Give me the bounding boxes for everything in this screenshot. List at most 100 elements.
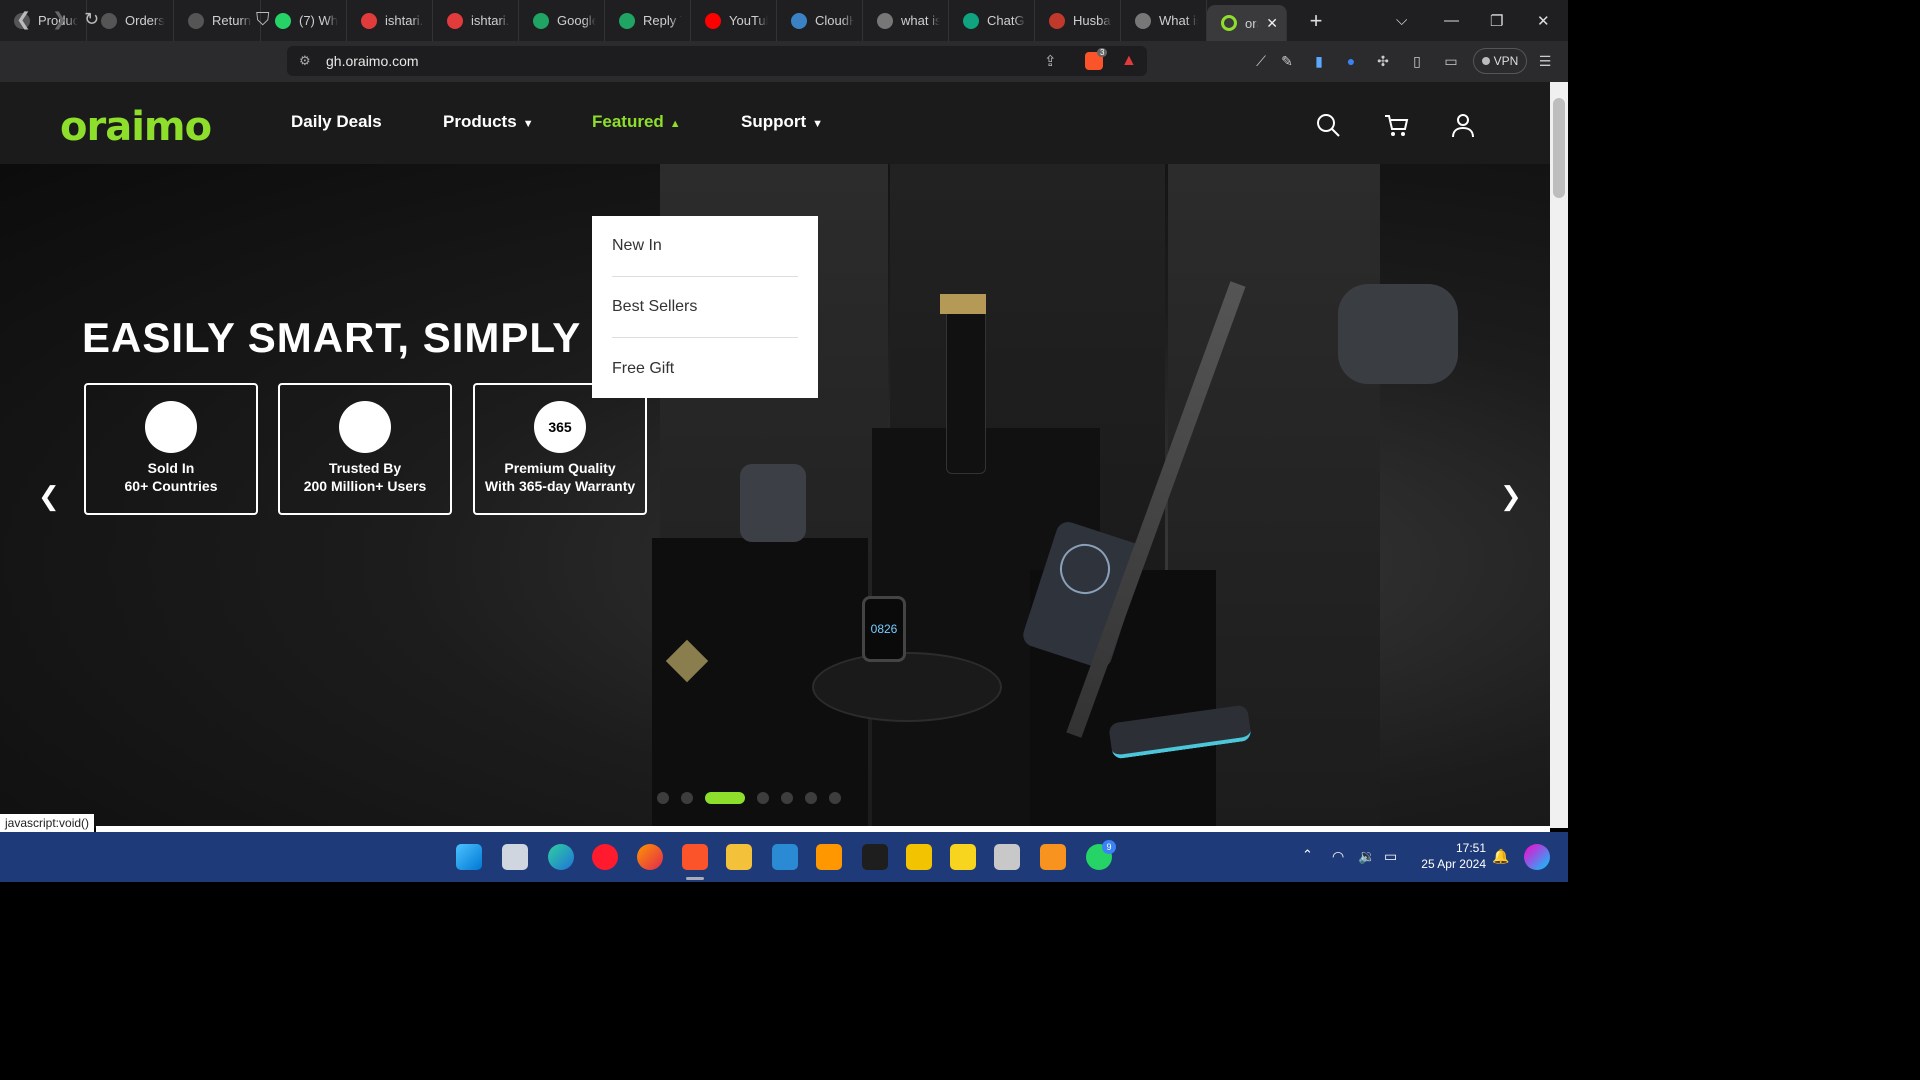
task-view-icon[interactable] [502,844,528,870]
sticky-notes-icon[interactable] [950,844,976,870]
product-pedestal-round [812,652,1002,722]
browser-tab[interactable]: Google [519,0,605,41]
badge-text: 60+ Countries [124,478,218,494]
extension-icon[interactable]: ⟋ [1252,52,1270,70]
windows-taskbar: 9 ⌃ ◠ 🔉 ▭ 17:51 25 Apr 2024 🔔 [0,832,1568,882]
nav-support[interactable]: Support ▼ [741,112,823,132]
tab-title: (7) Wha [299,13,338,28]
snipping-tool-icon[interactable] [994,844,1020,870]
search-icon[interactable] [1315,112,1341,138]
wallet-icon[interactable]: ▭ [1442,52,1460,70]
browser-tab[interactable]: Product [0,0,87,41]
account-icon[interactable] [1450,112,1476,138]
figma-icon[interactable] [862,844,888,870]
windows-start-icon[interactable] [456,844,482,870]
opera-icon[interactable] [592,844,618,870]
tab-list-chevron-icon[interactable]: ⌵ [1396,0,1407,41]
browser-tab[interactable]: ChatGP [949,0,1035,41]
new-tab-button[interactable]: + [1301,8,1331,34]
oraimo-logo[interactable]: oraimo [60,104,212,150]
nav-products[interactable]: Products ▼ [443,112,534,132]
carousel-dot[interactable] [657,792,669,804]
carousel-dot[interactable] [829,792,841,804]
close-tab-icon[interactable]: ✕ [1266,15,1278,32]
browser-tab[interactable]: Orders [87,0,174,41]
back-icon[interactable]: ❮ [16,9,31,30]
nav-featured[interactable]: Featured ▲ [592,112,681,132]
forward-icon[interactable]: ❯ [52,9,67,30]
tab-title: Google [557,13,596,28]
vpn-button[interactable]: VPN [1473,48,1527,74]
tab-favicon-icon [275,12,291,29]
featured-menu-item[interactable]: Free Gift [612,338,798,399]
copilot-icon[interactable] [1524,844,1550,870]
brave-rewards-icon[interactable]: ▲ [1121,52,1137,70]
tab-title: ishtari.c [471,13,510,28]
featured-menu-item[interactable]: Best Sellers [612,277,798,338]
browser-tab[interactable]: ishtari.c [347,0,433,41]
notification-bell-icon[interactable]: 🔔 [1492,848,1509,865]
restore-button[interactable]: ❐ [1490,0,1503,41]
file-explorer-icon[interactable] [726,844,752,870]
page-scrollbar[interactable] [1550,82,1568,828]
firefox-icon[interactable] [637,844,663,870]
browser-tab[interactable]: Husbar [1035,0,1121,41]
tab-favicon-icon [447,12,463,29]
extensions-puzzle-icon[interactable]: ✣ [1374,52,1392,70]
browser-tab-active[interactable]: ora ✕ [1207,5,1287,41]
vpn-status-icon [1481,57,1490,65]
battery-icon[interactable]: ▭ [1384,848,1397,865]
carousel-dot[interactable] [781,792,793,804]
scrollbar-thumb[interactable] [1553,98,1565,198]
docs-extension-icon[interactable]: ▮ [1310,52,1328,70]
browser-tab[interactable]: YouTub [691,0,777,41]
translate-extension-icon[interactable]: ● [1342,52,1360,70]
pdf-app-icon[interactable] [1040,844,1066,870]
wifi-icon[interactable]: ◠ [1332,848,1344,865]
chevron-up-icon: ▲ [669,118,681,130]
link-status-url: javascript:void() [0,814,95,832]
reload-icon[interactable]: ↻ [84,9,99,30]
volume-icon[interactable]: 🔉 [1358,848,1375,865]
browser-tab[interactable]: Reply T [605,0,691,41]
featured-menu-item[interactable]: New In [612,216,798,277]
address-bar[interactable]: ⚙ gh.oraimo.com ⇪ 3 ▲ [287,46,1147,76]
hero-feature-badge: Sold In 60+ Countries [84,383,258,515]
hero-feature-badge: Trusted By 200 Million+ Users [278,383,452,515]
cart-icon[interactable] [1383,112,1409,138]
sublime-text-icon[interactable] [816,844,842,870]
browser-tab[interactable]: (7) Wha [261,0,347,41]
bookmark-icon[interactable]: ⛉ [256,9,270,30]
tab-title: What is [1159,13,1198,28]
carousel-prev-icon[interactable]: ❮ [38,481,60,512]
sidebar-icon[interactable]: ▯ [1408,52,1426,70]
nav-products-label: Products [443,112,517,131]
carousel-next-icon[interactable]: ❯ [1500,481,1522,512]
tab-favicon-icon [963,12,979,29]
edge-icon[interactable] [548,844,574,870]
browser-tab[interactable]: ishtari.c [433,0,519,41]
system-clock[interactable]: 17:51 25 Apr 2024 [1410,840,1486,872]
active-app-indicator [686,877,704,880]
carousel-dot[interactable] [705,792,745,804]
badge-text: 200 Million+ Users [303,478,427,494]
share-icon[interactable]: ⇪ [1044,52,1057,70]
media-player-icon[interactable] [906,844,932,870]
minimize-button[interactable]: — [1444,0,1459,41]
brave-taskbar-icon[interactable] [682,844,708,870]
carousel-dot[interactable] [805,792,817,804]
browser-tab[interactable]: CloudH [777,0,863,41]
nav-daily-deals[interactable]: Daily Deals [291,112,382,132]
browser-tab[interactable]: What is [1121,0,1207,41]
tray-chevron-up-icon[interactable]: ⌃ [1302,847,1313,863]
vscode-icon[interactable] [772,844,798,870]
browser-tab[interactable]: what is [863,0,949,41]
carousel-dot[interactable] [681,792,693,804]
badge-text: Trusted By [328,460,402,476]
eyedropper-icon[interactable]: ✎ [1278,52,1296,70]
browser-menu-icon[interactable]: ☰ [1536,52,1554,70]
carousel-dot[interactable] [757,792,769,804]
close-window-button[interactable]: ✕ [1537,0,1550,41]
browser-tab[interactable]: Return [174,0,261,41]
site-settings-icon[interactable]: ⚙ [299,53,311,69]
